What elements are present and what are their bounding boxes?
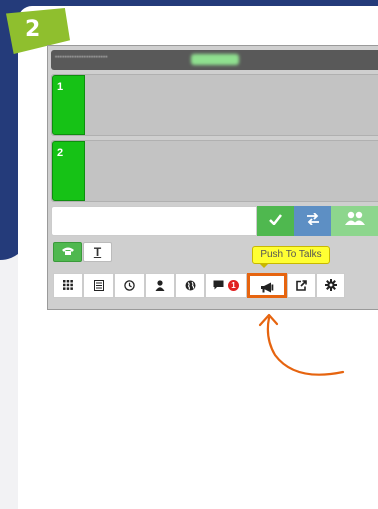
globe-icon	[185, 279, 196, 291]
user-icon	[155, 279, 165, 291]
line-tab-1[interactable]: 1	[52, 75, 85, 135]
contacts-list-button[interactable]	[83, 273, 114, 298]
transfer-icon	[306, 212, 320, 228]
settings-button[interactable]	[316, 273, 345, 298]
grid-icon	[63, 279, 73, 291]
phone-mode-button[interactable]	[53, 242, 82, 262]
push-to-talk-button[interactable]	[247, 273, 287, 298]
step-number: 2	[25, 17, 41, 42]
chat-unread-badge: 1	[228, 279, 240, 291]
line-number: 2	[57, 147, 64, 159]
share-button[interactable]	[287, 273, 316, 298]
gear-icon	[324, 279, 337, 292]
line-tab-2[interactable]: 2	[52, 141, 85, 201]
text-mode-button[interactable]: T	[83, 242, 112, 262]
profile-button[interactable]	[145, 273, 175, 298]
push-to-talk-tooltip: Push To Talks	[252, 246, 330, 264]
dial-input[interactable]	[51, 206, 257, 236]
group-icon	[343, 211, 367, 228]
softphone-panel: •••••••••••••••••••••• 1 2 T Push To Tal…	[47, 45, 378, 310]
call-button[interactable]	[257, 206, 294, 236]
session-status-indicator	[191, 54, 239, 65]
session-bar: ••••••••••••••••••••••	[51, 50, 378, 70]
tooltip-pointer	[259, 263, 269, 268]
dialpad-button[interactable]	[53, 273, 83, 298]
line-number: 1	[57, 81, 64, 93]
session-bar-text: ••••••••••••••••••••••	[55, 55, 108, 61]
share-icon	[296, 279, 307, 291]
conference-button[interactable]	[331, 206, 378, 236]
line-row-2[interactable]: 2	[51, 140, 378, 202]
presence-button[interactable]	[175, 273, 205, 298]
list-icon	[93, 279, 104, 291]
chat-icon	[213, 279, 227, 291]
call-history-button[interactable]	[114, 273, 145, 298]
chat-button[interactable]: 1	[205, 273, 247, 298]
transfer-button[interactable]	[294, 206, 331, 236]
check-icon	[269, 213, 282, 228]
clock-icon	[124, 279, 135, 291]
phone-icon	[61, 245, 75, 259]
megaphone-icon	[260, 281, 274, 293]
callout-arrow	[258, 313, 345, 376]
line-row-1[interactable]: 1	[51, 74, 378, 136]
